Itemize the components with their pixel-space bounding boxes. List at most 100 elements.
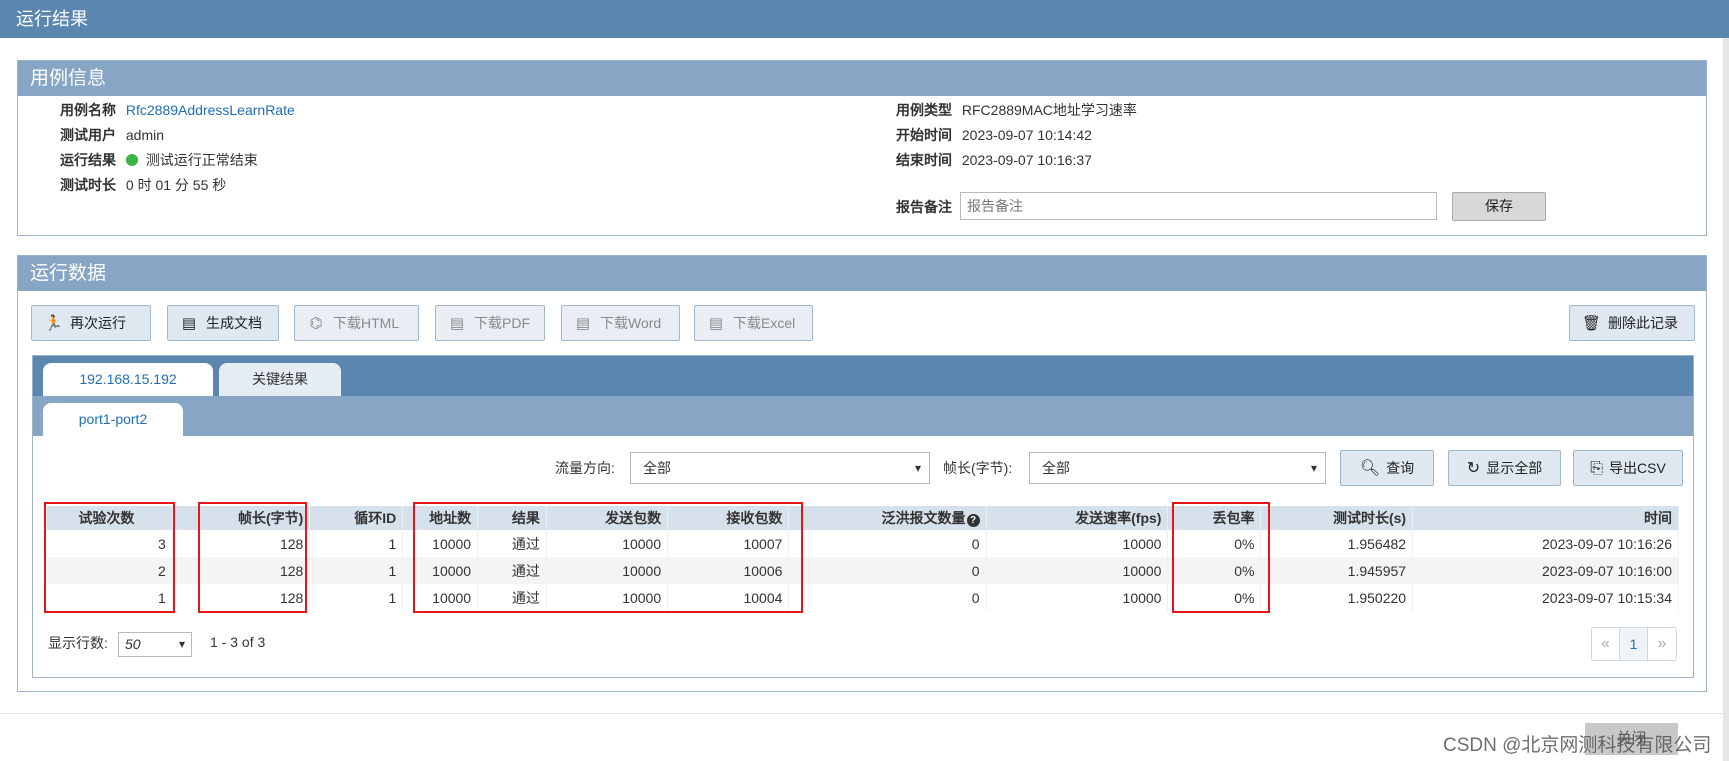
case-type-label: 用例类型 bbox=[896, 102, 952, 118]
test-user-label: 测试用户 bbox=[60, 127, 116, 143]
query-button[interactable]: 🔍︎ 查询 bbox=[1340, 450, 1434, 486]
duration-value: 0 时 01 分 55 秒 bbox=[125, 177, 227, 193]
start-time-row: 开始时间 2023-09-07 10:14:42 bbox=[896, 125, 1092, 145]
cell-loop-id: 1 bbox=[309, 557, 404, 584]
running-man-icon: 🏃 bbox=[44, 315, 63, 332]
direction-select[interactable]: 全部 ▾ bbox=[630, 452, 930, 484]
cell-flood-count: 0 bbox=[788, 557, 987, 584]
query-label: 查询 bbox=[1386, 460, 1415, 476]
pdf-file-icon: ▤ bbox=[181, 315, 197, 332]
download-excel-label: 下载Excel bbox=[733, 315, 796, 331]
window-title: 运行结果 bbox=[0, 0, 1729, 38]
help-icon[interactable]: ? bbox=[966, 514, 980, 527]
rows-per-page-value: 50 bbox=[125, 636, 141, 652]
prev-page-icon[interactable]: « bbox=[1592, 628, 1620, 660]
highlight-address-packets bbox=[413, 502, 803, 613]
case-name-label: 用例名称 bbox=[60, 102, 116, 118]
rows-per-page-label: 显示行数: bbox=[48, 635, 108, 651]
refresh-icon: ↻ bbox=[1466, 460, 1481, 477]
watermark: CSDN @北京网测科技有限公司 bbox=[1443, 735, 1712, 756]
col-loop-id[interactable]: 循环ID bbox=[309, 506, 404, 530]
col-flood-count[interactable]: 泛洪报文数量? bbox=[788, 506, 987, 530]
cell-tx-rate: 10000 bbox=[986, 530, 1169, 557]
test-user-row: 测试用户 admin bbox=[60, 125, 164, 145]
cell-loop-id: 1 bbox=[309, 584, 404, 611]
show-all-button[interactable]: ↻ 显示全部 bbox=[1448, 450, 1561, 486]
frame-length-value: 全部 bbox=[1042, 460, 1070, 476]
rerun-button[interactable]: 🏃 再次运行 bbox=[31, 305, 151, 341]
cell-loop-id: 1 bbox=[309, 530, 404, 557]
duration-row: 测试时长 0 时 01 分 55 秒 bbox=[60, 175, 226, 195]
trash-icon: 🗑 bbox=[1582, 315, 1602, 332]
case-type-row: 用例类型 RFC2889MAC地址学习速率 bbox=[896, 100, 1137, 120]
col-flood-count-label: 泛洪报文数量 bbox=[881, 510, 966, 526]
tab-key-results[interactable]: 关键结果 bbox=[219, 363, 341, 396]
cell-time: 2023-09-07 10:16:00 bbox=[1412, 557, 1679, 584]
start-time-label: 开始时间 bbox=[896, 127, 952, 143]
run-data-header: 运行数据 bbox=[18, 256, 1706, 291]
status-ok-icon bbox=[125, 154, 138, 166]
run-data-panel: 运行数据 🏃 再次运行 ▤ 生成文档 ⌬ 下载HTML ▤ 下载PDF ▤ 下载Word … bbox=[17, 255, 1707, 692]
run-result-value: 测试运行正常结束 bbox=[145, 152, 258, 168]
end-time-label: 结束时间 bbox=[896, 152, 952, 168]
download-html-button[interactable]: ⌬ 下载HTML bbox=[294, 305, 419, 341]
run-result-row: 运行结果 测试运行正常结束 bbox=[60, 150, 258, 170]
case-info-header: 用例信息 bbox=[18, 61, 1706, 96]
export-file-icon: ⎘ bbox=[1590, 460, 1603, 477]
end-time-value: 2023-09-07 10:16:37 bbox=[961, 152, 1092, 168]
run-result-label: 运行结果 bbox=[60, 152, 116, 168]
delete-record-button[interactable]: 🗑 删除此记录 bbox=[1569, 305, 1695, 341]
export-csv-button[interactable]: ⎘ 导出CSV bbox=[1573, 450, 1683, 486]
case-info-panel: 用例信息 用例名称 Rfc2889AddressLearnRate 测试用户 a… bbox=[17, 60, 1707, 236]
test-user-value: admin bbox=[125, 127, 165, 143]
tab-host[interactable]: 192.168.15.192 bbox=[43, 363, 213, 396]
duration-label: 测试时长 bbox=[60, 177, 116, 193]
page-number[interactable]: 1 bbox=[1620, 628, 1648, 660]
tab-port1-port2[interactable]: port1-port2 bbox=[43, 403, 183, 436]
show-all-label: 显示全部 bbox=[1486, 460, 1543, 476]
col-test-duration[interactable]: 测试时长(s) bbox=[1260, 506, 1414, 530]
pdf-file-icon: ▤ bbox=[449, 315, 465, 332]
rows-per-page-select[interactable]: 50 ▾ bbox=[118, 632, 192, 657]
generate-doc-label: 生成文档 bbox=[206, 315, 262, 331]
cell-tx-rate: 10000 bbox=[986, 557, 1169, 584]
report-note-input[interactable] bbox=[960, 192, 1437, 220]
save-button[interactable]: 保存 bbox=[1452, 192, 1546, 221]
chevron-down-icon: ▾ bbox=[914, 461, 921, 475]
cell-flood-count: 0 bbox=[788, 584, 987, 611]
port-tab-bar: port1-port2 bbox=[33, 396, 1693, 436]
cell-tx-rate: 10000 bbox=[986, 584, 1169, 611]
direction-value: 全部 bbox=[643, 460, 671, 476]
download-excel-button[interactable]: ▤ 下载Excel bbox=[694, 305, 813, 341]
cell-flood-count: 0 bbox=[788, 530, 987, 557]
highlight-frame-length bbox=[198, 502, 307, 613]
html-file-icon: ⌬ bbox=[309, 315, 323, 332]
delete-record-label: 删除此记录 bbox=[1608, 315, 1678, 331]
col-tx-rate[interactable]: 发送速率(fps) bbox=[986, 506, 1169, 530]
export-csv-label: 导出CSV bbox=[1609, 460, 1666, 476]
cell-test-duration: 1.945957 bbox=[1260, 557, 1414, 584]
word-file-icon: ▤ bbox=[575, 315, 591, 332]
search-icon: 🔍︎ bbox=[1359, 460, 1381, 477]
download-html-label: 下载HTML bbox=[333, 315, 400, 331]
col-time[interactable]: 时间 bbox=[1412, 506, 1679, 530]
frame-length-label: 帧长(字节): bbox=[943, 460, 1013, 476]
rerun-label: 再次运行 bbox=[70, 315, 126, 331]
chevron-down-icon: ▾ bbox=[178, 637, 185, 651]
case-name-link[interactable]: Rfc2889AddressLearnRate bbox=[126, 102, 295, 118]
cell-time: 2023-09-07 10:15:34 bbox=[1412, 584, 1679, 611]
download-pdf-label: 下载PDF bbox=[474, 315, 530, 331]
pager: « 1 » bbox=[1591, 627, 1677, 661]
scrollbar-track[interactable] bbox=[1723, 38, 1729, 761]
highlight-loss-rate bbox=[1172, 502, 1270, 613]
page-info: 1 - 3 of 3 bbox=[210, 634, 266, 650]
generate-doc-button[interactable]: ▤ 生成文档 bbox=[167, 305, 279, 341]
highlight-trial-count bbox=[44, 502, 175, 613]
chevron-down-icon: ▾ bbox=[1310, 461, 1317, 475]
download-word-button[interactable]: ▤ 下载Word bbox=[561, 305, 680, 341]
cell-test-duration: 1.956482 bbox=[1260, 530, 1414, 557]
host-tab-bar: 192.168.15.192 关键结果 bbox=[33, 356, 1693, 396]
next-page-icon[interactable]: » bbox=[1648, 628, 1676, 660]
frame-length-select[interactable]: 全部 ▾ bbox=[1029, 452, 1326, 484]
download-pdf-button[interactable]: ▤ 下载PDF bbox=[435, 305, 545, 341]
